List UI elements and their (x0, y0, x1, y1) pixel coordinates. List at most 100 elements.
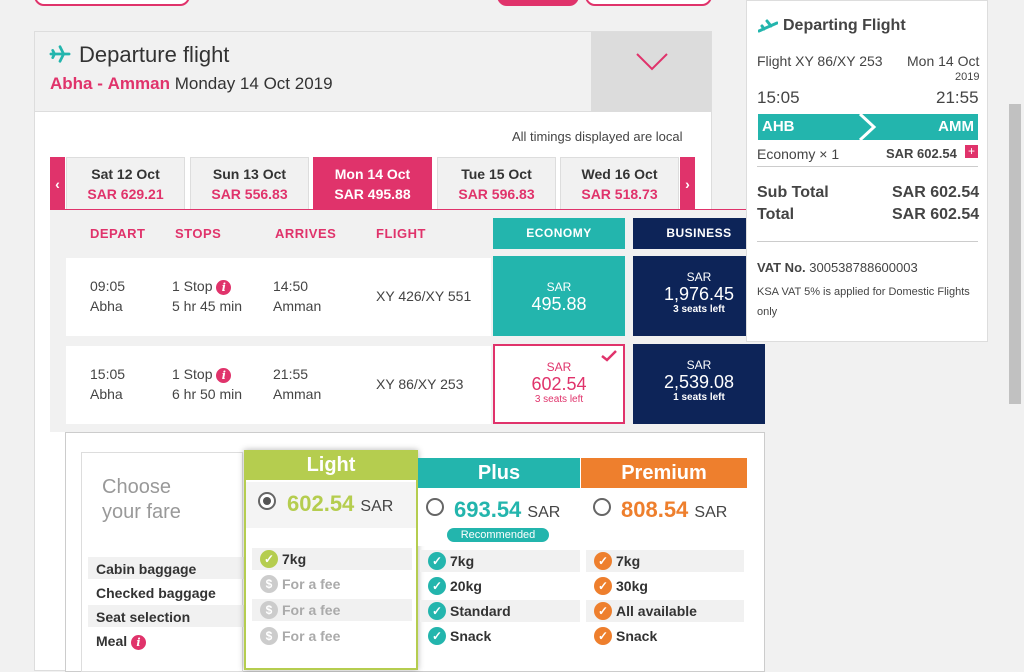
date-tab-sat[interactable]: Sat 12 Oct SAR 629.21 (66, 157, 185, 211)
dep-time: 15:05 (90, 366, 126, 382)
fare-plus-item-text: 20kg (450, 578, 482, 594)
top-action-button[interactable] (497, 0, 579, 6)
subtotal-value: SAR 602.54 (892, 184, 980, 201)
plane-icon (49, 45, 71, 63)
route-sep: - (97, 74, 103, 93)
date-tab-mon[interactable]: Mon 14 Oct SAR 495.88 (313, 157, 432, 211)
date-tab-wed[interactable]: Wed 16 Oct SAR 518.73 (560, 157, 679, 211)
fare-light-title: Light (244, 450, 418, 480)
fare-light-radio[interactable] (258, 492, 276, 510)
dollar-icon: $ (260, 575, 278, 593)
fare-plus-item: ✓ Standard (420, 600, 580, 622)
fare-light-item: $ For a fee (252, 599, 412, 621)
date-tab-tue[interactable]: Tue 15 Oct SAR 596.83 (437, 157, 556, 211)
stops: 1 Stop i (172, 276, 232, 296)
economy-fare-button-selected[interactable]: SAR 602.54 3 seats left (493, 344, 625, 424)
fare-amount: 2,539.08 (663, 372, 735, 392)
summary-year: 2019 (955, 71, 980, 83)
summary-cabin-price: SAR 602.54 (886, 146, 957, 161)
check-circle-icon: ✓ (428, 552, 446, 570)
date-tab-sun[interactable]: Sun 13 Oct SAR 556.83 (190, 157, 309, 211)
fare-premium-item: ✓ 7kg (586, 550, 744, 572)
fare-plus-item-text: Standard (450, 603, 511, 619)
fare-plus-radio[interactable] (426, 498, 444, 516)
origin-city: Abha (50, 74, 93, 93)
fare-premium-radio[interactable] (593, 498, 611, 516)
feature-seat: Seat selection (88, 605, 244, 627)
info-icon[interactable]: i (131, 634, 147, 650)
date-tab-price: SAR 596.83 (458, 186, 535, 202)
flight-row[interactable]: 09:05 Abha 1 Stop i 5 hr 45 min 14:50 Am… (66, 258, 491, 336)
fare-plus-item-text: Snack (450, 628, 492, 644)
fare-light-amount: 602.54 (287, 491, 355, 516)
summary-cabin: Economy × 1 (757, 146, 840, 162)
info-icon[interactable]: i (216, 367, 232, 383)
arr-city: Amman (273, 298, 322, 314)
dollar-icon: $ (260, 601, 278, 619)
fare-amount: 495.88 (531, 294, 587, 314)
chevron-down-icon (636, 53, 668, 71)
plus-icon[interactable]: + (965, 145, 978, 158)
subtotal-label: Sub Total (757, 184, 829, 201)
economy-fare-button[interactable]: SAR 495.88 (493, 256, 625, 336)
fare-currency: SAR (546, 280, 572, 294)
dollar-icon: $ (260, 627, 278, 645)
dep-city: Abha (90, 298, 123, 314)
fare-currency: SAR (686, 358, 712, 372)
top-secondary-button[interactable] (585, 0, 712, 6)
scrollbar-thumb[interactable] (1009, 104, 1021, 404)
check-icon (601, 350, 617, 362)
business-fare-button[interactable]: SAR 2,539.08 1 seats left (633, 344, 765, 424)
summary-divider (757, 166, 978, 167)
fare-premium-price: 808.54 SAR (621, 497, 727, 523)
fare-plus-currency: SAR (527, 504, 561, 521)
flight-row[interactable]: 15:05 Abha 1 Stop i 6 hr 50 min 21:55 Am… (66, 346, 491, 424)
economy-header: ECONOMY (493, 218, 625, 249)
fare-light-item: ✓ 7kg (252, 548, 412, 570)
vat-number: 300538788600003 (809, 260, 918, 275)
route-from: AHB (762, 118, 795, 135)
fare-light-item-text: For a fee (282, 628, 341, 644)
feature-meal: Meal i (88, 629, 244, 651)
fare-light-price: 602.54 SAR (287, 491, 393, 517)
check-circle-icon: ✓ (594, 602, 612, 620)
duration: 6 hr 50 min (172, 386, 243, 402)
route-to: AMM (938, 118, 974, 135)
summary-arr-time: 21:55 (936, 88, 979, 107)
fare-premium-currency: SAR (694, 504, 728, 521)
feature-checked: Checked baggage (96, 585, 216, 601)
summary-date: Mon 14 Oct (907, 53, 980, 69)
route-arrow-icon (858, 114, 877, 140)
summary-divider (757, 241, 978, 242)
choose-fare-title: Choose your fare (102, 476, 181, 523)
departure-header[interactable]: Departure flight Abha - Amman Monday 14 … (35, 32, 711, 112)
fare-premium-item-text: Snack (616, 628, 658, 644)
date-tab-day: Tue 15 Oct (461, 166, 532, 182)
route-bar: AHB AMM (758, 114, 978, 140)
info-icon[interactable]: i (216, 279, 232, 295)
fare-premium-item: ✓ All available (586, 600, 744, 622)
arr-time: 21:55 (273, 366, 309, 382)
arr-city: Amman (273, 386, 322, 402)
collapse-toggle[interactable] (591, 32, 711, 112)
fare-light-currency: SAR (360, 498, 394, 515)
fare-plus-item: ✓ Snack (420, 625, 580, 647)
dep-time: 09:05 (90, 278, 126, 294)
fare-premium-item-text: All available (616, 603, 697, 619)
feature-cabin: Cabin baggage (88, 557, 244, 579)
destination-city: Amman (107, 74, 170, 93)
next-date-button[interactable]: › (680, 157, 695, 211)
timing-note: All timings displayed are local (512, 129, 683, 144)
fare-light-item-text: For a fee (282, 602, 341, 618)
summary-flight: Flight XY 86/XY 253 (757, 53, 883, 69)
check-circle-icon: ✓ (594, 627, 612, 645)
fare-light-item: $ For a fee (252, 573, 412, 595)
prev-date-button[interactable]: ‹ (50, 157, 65, 211)
departure-title: Departure flight (79, 42, 230, 67)
date-tab-price: SAR 556.83 (211, 186, 288, 202)
date-tab-price: SAR 518.73 (581, 186, 658, 202)
departure-route: Abha - Amman Monday 14 Oct 2019 (50, 74, 333, 94)
modify-search-button[interactable] (34, 0, 190, 6)
fare-plus-price: 693.54 SAR (454, 497, 560, 523)
vat-line: VAT No. 300538788600003 (757, 260, 918, 275)
